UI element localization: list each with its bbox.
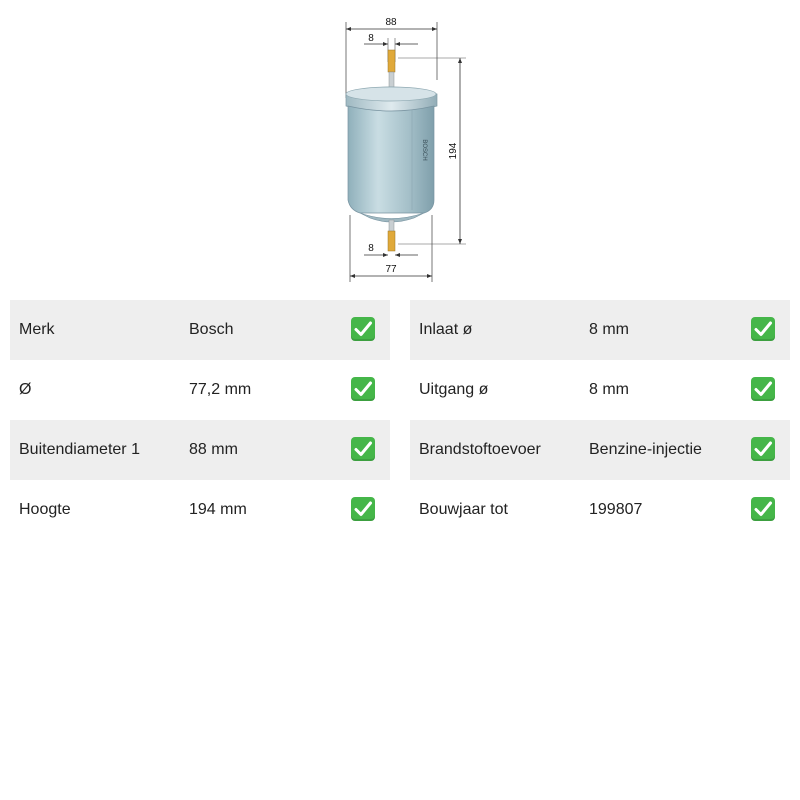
specs-table-right: Inlaat ø 8 mm Uitgang ø 8 mm Brandstofto… — [410, 300, 790, 540]
spec-label: Merk — [19, 321, 55, 338]
fuel-filter-image: BOSCH — [345, 49, 438, 252]
check-icon — [351, 317, 375, 341]
check-icon — [751, 437, 775, 461]
check-icon — [351, 497, 375, 521]
bottom-width-label: 77 — [385, 264, 397, 275]
spec-label: Brandstoftoevoer — [419, 441, 541, 458]
brand-marking: BOSCH — [421, 139, 427, 160]
product-drawing: 88 8 194 8 77 BOSCH — [300, 10, 500, 285]
check-icon — [351, 437, 375, 461]
spec-value: 199807 — [589, 501, 643, 518]
spec-row: Bouwjaar tot 199807 — [410, 480, 790, 540]
spec-row: Buitendiameter 1 88 mm — [10, 420, 390, 480]
spec-label: Bouwjaar tot — [419, 501, 508, 518]
spec-row: Inlaat ø 8 mm — [410, 300, 790, 360]
spec-value: Bosch — [189, 321, 234, 338]
spec-value: Benzine-injectie — [589, 441, 702, 458]
spec-row: Ø 77,2 mm — [10, 360, 390, 420]
spec-row: Brandstoftoevoer Benzine-injectie — [410, 420, 790, 480]
spec-value: 8 mm — [589, 321, 629, 338]
spec-value: 77,2 mm — [189, 381, 252, 398]
spec-label: Hoogte — [19, 501, 71, 518]
spec-row: Hoogte 194 mm — [10, 480, 390, 540]
spec-label: Inlaat ø — [419, 321, 473, 338]
top-pipe-label: 8 — [368, 33, 374, 44]
check-icon — [351, 377, 375, 401]
specs-table-left: Merk Bosch Ø 77,2 mm Buitendiameter 1 88… — [10, 300, 390, 540]
check-icon — [751, 377, 775, 401]
spec-row: Uitgang ø 8 mm — [410, 360, 790, 420]
check-icon — [751, 317, 775, 341]
check-icon — [751, 497, 775, 521]
spec-value: 194 mm — [189, 501, 247, 518]
spec-label: Uitgang ø — [419, 381, 489, 398]
height-label: 194 — [448, 142, 459, 159]
bottom-pipe-label: 8 — [368, 243, 374, 254]
spec-label: Buitendiameter 1 — [19, 441, 140, 458]
spec-value: 88 mm — [189, 441, 238, 458]
spec-value: 8 mm — [589, 381, 629, 398]
top-width-label: 88 — [385, 17, 397, 28]
spec-label: Ø — [19, 381, 32, 398]
spec-row: Merk Bosch — [10, 300, 390, 360]
